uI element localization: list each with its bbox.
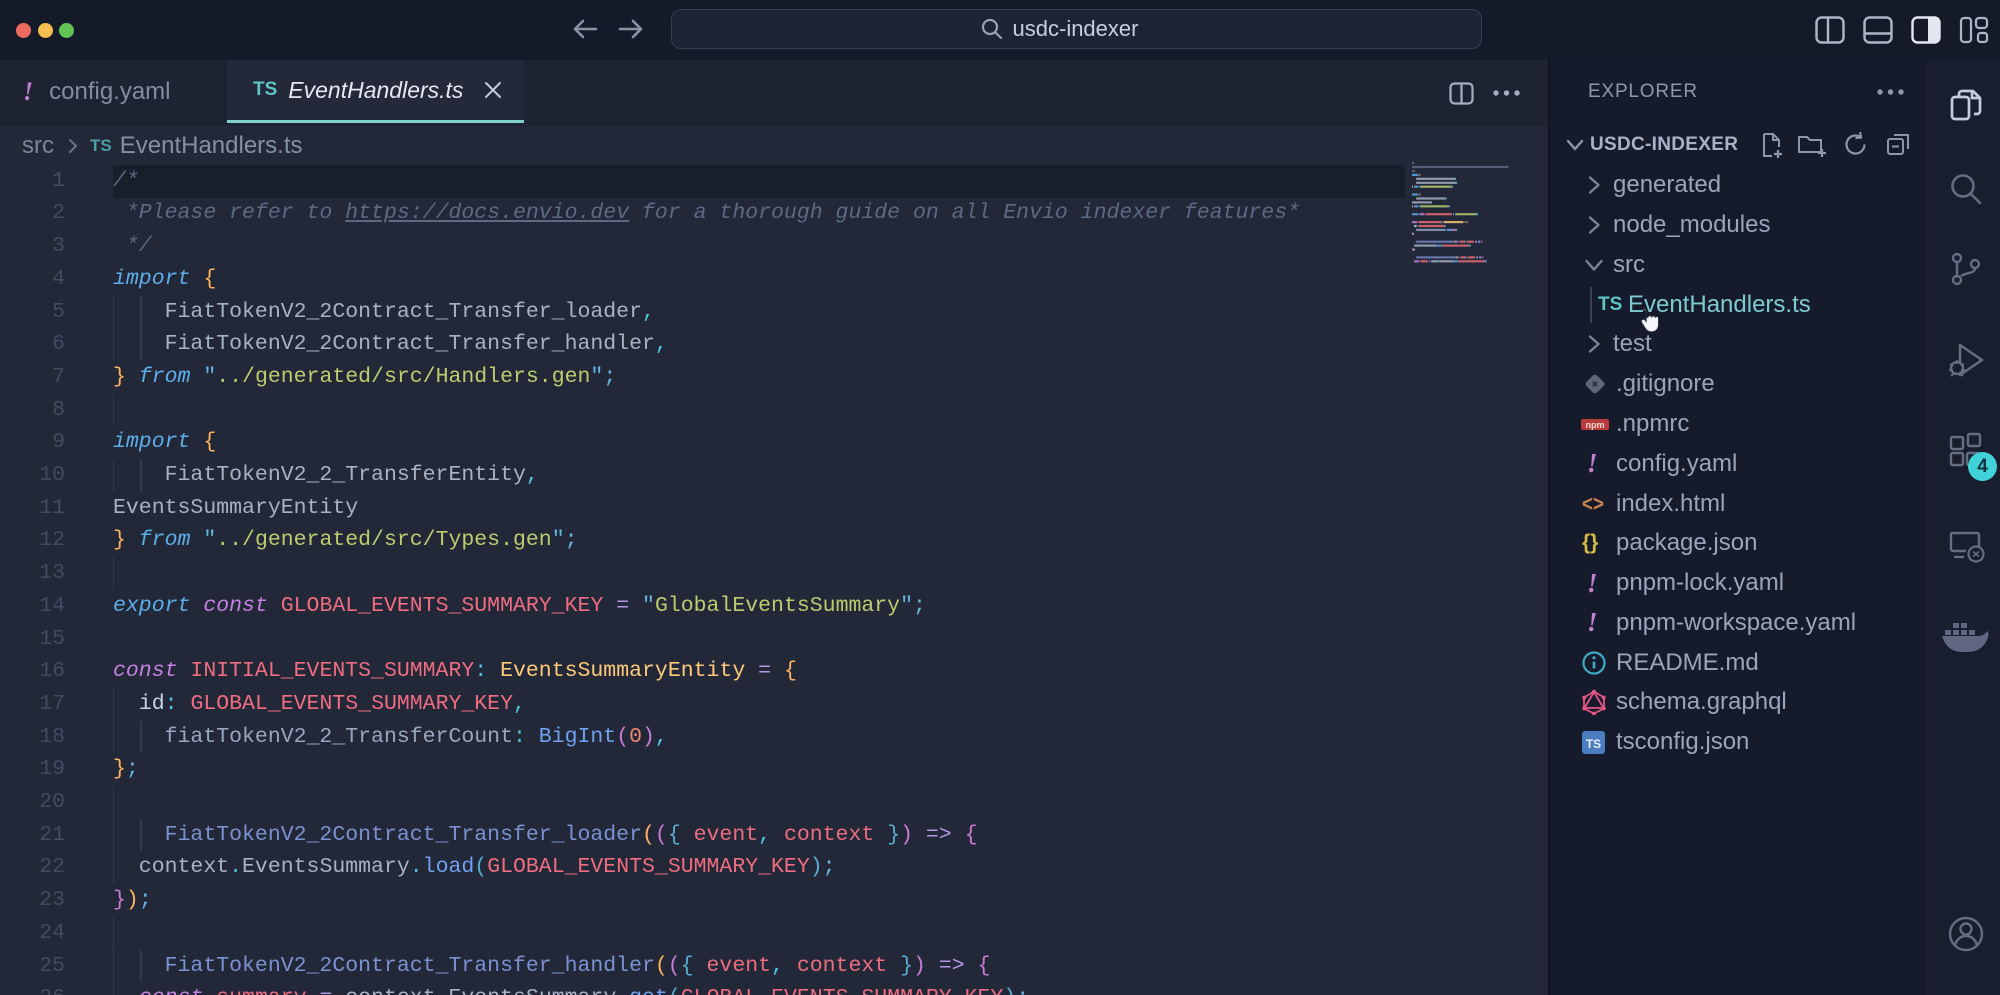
svg-text:TS: TS <box>1586 737 1601 751</box>
svg-text:npm: npm <box>1586 420 1605 430</box>
